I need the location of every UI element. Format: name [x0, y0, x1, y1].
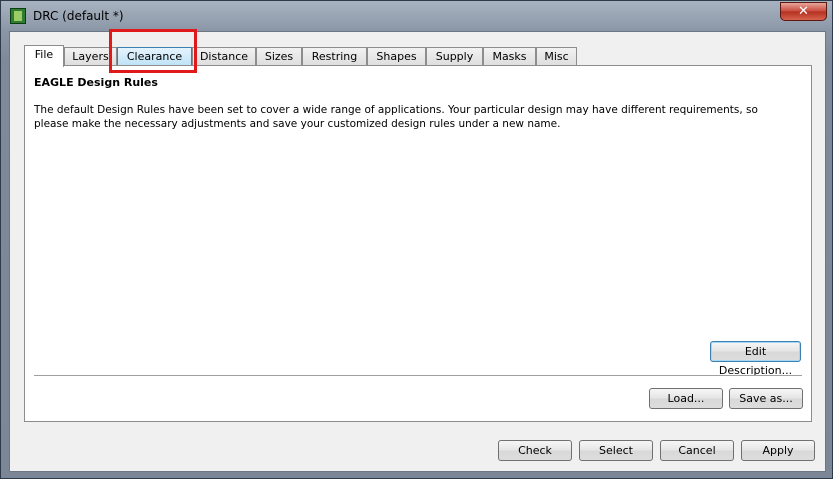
design-rules-description: The default Design Rules have been set t…	[34, 104, 758, 130]
close-button[interactable]: ✕	[780, 2, 827, 21]
tab-restring[interactable]: Restring	[302, 47, 367, 65]
eagle-app-icon	[10, 8, 26, 24]
red-highlight-box	[109, 29, 197, 73]
check-button[interactable]: Check	[498, 440, 572, 461]
file-tab-panel: EAGLE Design Rules The default Design Ru…	[24, 65, 812, 422]
tab-shapes[interactable]: Shapes	[367, 47, 426, 65]
separator	[34, 375, 802, 377]
tab-file[interactable]: File	[24, 45, 64, 67]
tab-masks[interactable]: Masks	[483, 47, 536, 65]
title-bar[interactable]: DRC (default *) ✕	[1, 1, 832, 31]
apply-button[interactable]: Apply	[741, 440, 815, 461]
tab-distance[interactable]: Distance	[192, 47, 256, 65]
tab-sizes[interactable]: Sizes	[256, 47, 302, 65]
tab-misc[interactable]: Misc	[536, 47, 577, 65]
tab-supply[interactable]: Supply	[426, 47, 483, 65]
save-as-button[interactable]: Save as...	[729, 388, 803, 409]
edit-description-button[interactable]: Edit Description...	[710, 341, 801, 377]
window-title: DRC (default *)	[33, 9, 124, 23]
cancel-button[interactable]: Cancel	[660, 440, 734, 461]
design-rules-title: EAGLE Design Rules	[34, 76, 158, 89]
load-button[interactable]: Load...	[649, 388, 723, 409]
dialog-body: File Layers Clearance Distance Sizes Res…	[9, 31, 826, 472]
select-button[interactable]: Select	[579, 440, 653, 461]
drc-dialog: DRC (default *) ✕ File Layers Clearance …	[0, 0, 833, 479]
